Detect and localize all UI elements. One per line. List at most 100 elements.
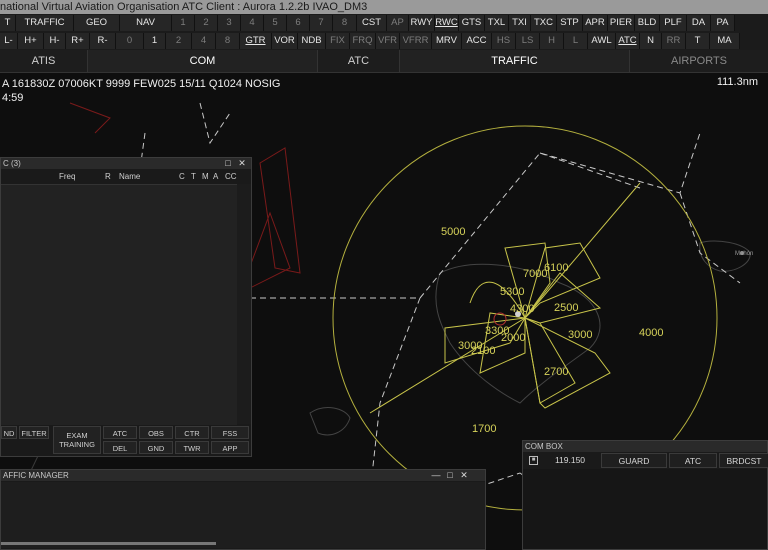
traffic-manager-window[interactable]: AFFIC MANAGER — □ ✕ [0,469,486,550]
minimize-icon[interactable]: □ [221,158,235,169]
tab-airports[interactable]: AIRPORTS [630,50,768,72]
toolbar-button-frq[interactable]: FRQ [350,33,376,49]
toolbar-button-vfrr[interactable]: VFRR [400,33,432,49]
filter-obs-button[interactable]: OBS [139,426,173,439]
toolbar-button-h+[interactable]: H+ [18,33,44,49]
toolbar-button-nav[interactable]: NAV [120,15,172,31]
tab-com[interactable]: COM [88,50,318,72]
tab-traffic[interactable]: TRAFFIC [400,50,630,72]
toolbar-button-fix[interactable]: FIX [326,33,350,49]
toolbar-button-txi[interactable]: TXI [509,15,531,31]
broadcast-button[interactable]: BRDCST [719,453,768,468]
toolbar-button-traffic[interactable]: TRAFFIC [16,15,74,31]
tab-atis[interactable]: ATIS [0,50,88,72]
toolbar-button-rwy[interactable]: RWY [409,15,435,31]
exam-training-button[interactable]: EXAM TRAINING [53,426,101,454]
toolbar-button-vor[interactable]: VOR [272,33,298,49]
com-frequency[interactable]: 119.150 [541,453,599,468]
toolbar-button-t[interactable]: T [0,15,16,31]
toolbar-button-ls[interactable]: LS [516,33,540,49]
filter-atc-button[interactable]: ATC [103,426,137,439]
toolbar-button-8[interactable]: 8 [216,33,240,49]
atc-list-window[interactable]: C (3) □ ✕ Freq R Name C T M A CC ND FILT… [0,157,252,457]
toolbar-button-txc[interactable]: TXC [531,15,557,31]
guard-button[interactable]: GUARD [601,453,667,468]
filter-gnd-button[interactable]: GND [139,441,173,454]
scrollbar[interactable] [1,542,216,545]
com-box-window[interactable]: COM BOX ■ 119.150 GUARD ATC BRDCST [522,440,768,550]
toolbar-button-rr[interactable]: RR [662,33,686,49]
toolbar-button-3[interactable]: 3 [218,15,241,31]
toolbar-button-t[interactable]: T [686,33,710,49]
col-a[interactable]: A [213,172,218,181]
send-button[interactable]: ND [1,426,17,439]
close-icon[interactable]: ✕ [457,470,471,481]
toolbar-button-awl[interactable]: AWL [588,33,616,49]
toolbar-button-h[interactable]: H [540,33,564,49]
col-name[interactable]: Name [119,172,140,181]
toolbar-button-1[interactable]: 1 [172,15,195,31]
col-freq[interactable]: Freq [59,172,75,181]
toolbar-button-pier[interactable]: PIER [608,15,635,31]
toolbar-button-ndb[interactable]: NDB [298,33,326,49]
toolbar-button-cst[interactable]: CST [357,15,387,31]
toolbar-button-4[interactable]: 4 [192,33,216,49]
toolbar-button-2[interactable]: 2 [195,15,218,31]
toolbar-button-rwc[interactable]: RWC [435,15,459,31]
col-cc[interactable]: CC [225,172,237,181]
com-atc-button[interactable]: ATC [669,453,717,468]
toolbar-button-l[interactable]: L [564,33,588,49]
com-box-titlebar[interactable]: COM BOX [523,441,767,452]
toolbar-button-2[interactable]: 2 [166,33,192,49]
toolbar-button-gts[interactable]: GTS [459,15,485,31]
traffic-manager-titlebar[interactable]: AFFIC MANAGER [1,470,485,481]
filter-app-button[interactable]: APP [211,441,249,454]
toolbar-button-1[interactable]: 1 [144,33,166,49]
toolbar-button-bld[interactable]: BLD [635,15,660,31]
col-c[interactable]: C [179,172,185,181]
toolbar-button-ma[interactable]: MA [710,33,740,49]
maximize-icon[interactable]: □ [443,470,457,481]
toolbar-button-n[interactable]: N [640,33,662,49]
toolbar-button-l-[interactable]: L- [0,33,18,49]
minimize-icon[interactable]: — [429,470,443,481]
scrollbar[interactable] [237,184,251,424]
toolbar-button-atc[interactable]: ATC [616,33,640,49]
toolbar-button-stp[interactable]: STP [557,15,583,31]
toolbar-button-txl[interactable]: TXL [485,15,509,31]
filter-button[interactable]: FILTER [19,426,49,439]
toolbar-button-0[interactable]: 0 [116,33,144,49]
toolbar-button-8[interactable]: 8 [333,15,357,31]
toolbar-button-acc[interactable]: ACC [462,33,492,49]
close-icon[interactable]: ✕ [235,158,249,169]
traffic-manager-body[interactable] [1,482,485,548]
com-box-body[interactable] [523,469,767,549]
col-t[interactable]: T [191,172,196,181]
toolbar-button-hs[interactable]: HS [492,33,516,49]
toolbar-button-apr[interactable]: APR [583,15,608,31]
toolbar-button-mrv[interactable]: MRV [432,33,462,49]
filter-twr-button[interactable]: TWR [175,441,209,454]
toolbar-button-pa[interactable]: PA [711,15,735,31]
col-r[interactable]: R [105,172,111,181]
toolbar-button-5[interactable]: 5 [264,15,287,31]
col-m[interactable]: M [202,172,209,181]
atc-window-titlebar[interactable]: C (3) [1,158,251,169]
tab-atc[interactable]: ATC [318,50,400,72]
filter-del-button[interactable]: DEL [103,441,137,454]
filter-fss-button[interactable]: FSS [211,426,249,439]
toolbar-button-7[interactable]: 7 [310,15,333,31]
toolbar-button-4[interactable]: 4 [241,15,264,31]
toolbar-button-r+[interactable]: R+ [66,33,90,49]
toolbar-button-geo[interactable]: GEO [74,15,120,31]
toolbar-button-h-[interactable]: H- [44,33,66,49]
toolbar-button-r-[interactable]: R- [90,33,116,49]
toolbar-button-6[interactable]: 6 [287,15,310,31]
toolbar-button-vfr[interactable]: VFR [376,33,400,49]
toolbar-button-ap[interactable]: AP [387,15,409,31]
atc-list-body[interactable] [1,184,237,425]
toolbar-button-da[interactable]: DA [687,15,711,31]
toolbar-button-gtr[interactable]: GTR [240,33,272,49]
toolbar-button-plf[interactable]: PLF [660,15,687,31]
filter-ctr-button[interactable]: CTR [175,426,209,439]
